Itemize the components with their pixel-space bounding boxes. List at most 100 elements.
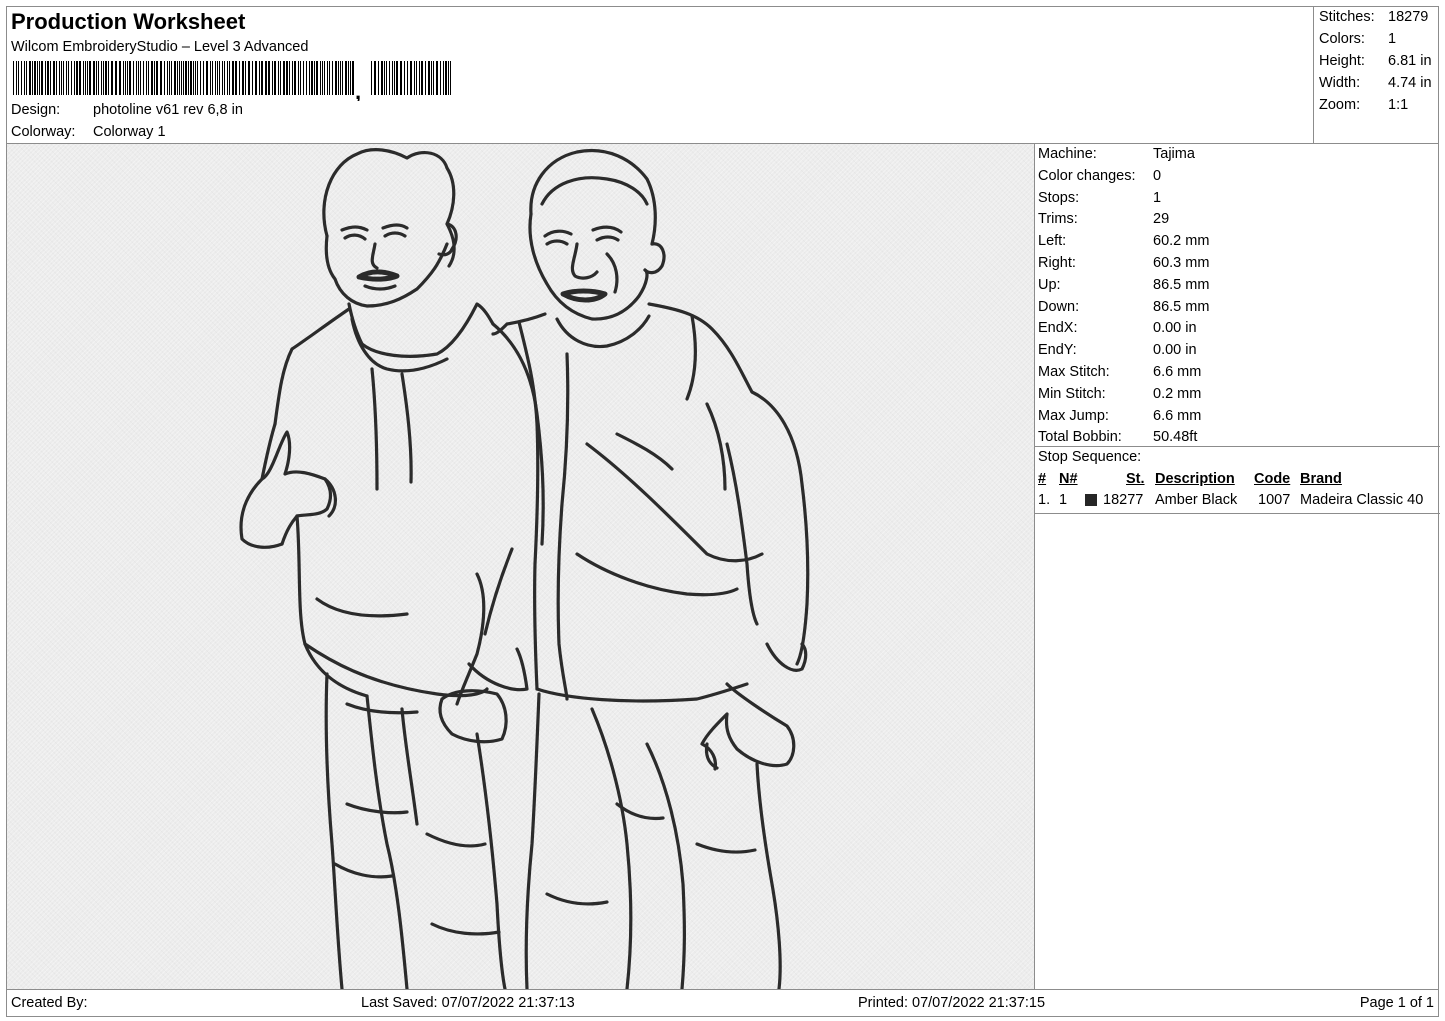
barcode-bar	[111, 61, 113, 95]
barcode-bar	[300, 61, 301, 95]
barcode-bar	[85, 61, 86, 95]
barcode-bar	[177, 61, 178, 95]
right-man-nose	[570, 242, 599, 280]
barcode-bar	[232, 61, 234, 95]
design-preview	[6, 143, 1035, 990]
barcode-bar	[125, 61, 126, 95]
seq-needle: 1	[1059, 492, 1068, 508]
barcode-image: ,	[13, 61, 451, 101]
barcode-bar	[248, 61, 250, 95]
barcode-bar	[436, 61, 438, 95]
colorway-row: Colorway: Colorway 1	[11, 124, 411, 144]
right-man-crease	[645, 742, 686, 989]
barcode-bar	[89, 61, 91, 95]
barcode-bar	[259, 61, 260, 95]
barcode-bar	[41, 61, 43, 95]
embroidery-design-drawing	[239, 148, 810, 989]
barcode-bar	[306, 61, 307, 95]
seq-brand: Madeira Classic 40	[1300, 492, 1424, 508]
barcode-bar	[93, 61, 95, 95]
detail-value: 50.48ft	[1153, 429, 1198, 446]
barcode-bar	[227, 61, 228, 95]
barcode-bar	[272, 61, 273, 95]
barcode-bar	[309, 61, 310, 95]
detail-label: EndX:	[1038, 320, 1078, 337]
barcode-bar	[386, 61, 387, 95]
barcode-bar	[215, 61, 216, 95]
detail-label: Min Stitch:	[1038, 385, 1106, 402]
right-man-hair	[540, 176, 649, 206]
barcode-bar	[154, 61, 155, 95]
barcode-bar	[410, 61, 412, 95]
detail-label: EndY:	[1038, 342, 1077, 359]
barcode-bar	[389, 61, 390, 95]
barcode-bar	[445, 61, 447, 95]
right-man-fold-2	[695, 842, 757, 854]
barcode-bar	[324, 61, 325, 95]
barcode-bar	[101, 61, 102, 95]
barcode-bar	[148, 61, 149, 95]
stitches-label: Stitches:	[1319, 9, 1375, 25]
barcode-bar	[292, 61, 293, 95]
width-label: Width:	[1319, 75, 1361, 91]
detail-value: 60.2 mm	[1153, 233, 1210, 250]
barcode-bar	[193, 61, 194, 95]
barcode-bar	[274, 61, 276, 95]
barcode-bar	[327, 61, 328, 95]
barcode-bar	[136, 61, 137, 95]
barcode-bar	[320, 61, 321, 95]
right-man-face	[528, 212, 649, 321]
detail-label: Max Stitch:	[1038, 364, 1110, 380]
barcode-bar	[414, 61, 415, 95]
detail-value: 6.6 mm	[1153, 364, 1202, 380]
barcode-bar	[303, 61, 304, 95]
barcode-bar	[34, 61, 36, 95]
detail-label: Max Jump:	[1038, 407, 1109, 424]
colors-label: Colors:	[1319, 31, 1365, 47]
right-man-eye-right	[595, 235, 620, 242]
detail-value: 6.6 mm	[1153, 407, 1202, 424]
barcode-bar	[108, 61, 109, 95]
barcode-bar	[450, 61, 451, 95]
detail-label: Up:	[1038, 276, 1061, 293]
barcode-bar	[255, 61, 257, 95]
barcode-bar	[16, 61, 17, 95]
stitches-row: Stitches: 18279	[1319, 9, 1439, 29]
thread-color-swatch	[1085, 494, 1097, 506]
width-row: Width: 4.74 in	[1319, 75, 1439, 95]
barcode-bar	[18, 61, 19, 95]
barcode-bar	[440, 61, 441, 95]
right-man-cheek	[605, 252, 619, 294]
barcode-bar	[37, 61, 38, 95]
barcode-bar	[338, 61, 339, 95]
barcode-bar	[219, 61, 220, 95]
left-man-fold-2	[333, 862, 394, 879]
right-man-leg-inner	[590, 707, 633, 989]
barcode-bar	[98, 61, 99, 95]
barcode-bar	[400, 61, 402, 95]
printed-date: Printed: 07/07/2022 21:37:15	[858, 995, 1046, 1011]
barcode-bar	[352, 61, 354, 95]
center-wrist-left	[455, 572, 486, 706]
barcode-bar	[217, 61, 218, 95]
barcode-bar	[56, 61, 57, 95]
barcode-bar	[314, 61, 315, 95]
barcode-bar	[13, 61, 14, 95]
barcode-bar	[371, 61, 372, 95]
barcode-bar	[419, 61, 420, 95]
barcode-bar	[68, 61, 69, 95]
col-code-header: Code	[1254, 471, 1291, 487]
barcode-bar	[74, 61, 75, 95]
detail-value: 86.5 mm	[1153, 298, 1210, 315]
barcode-bar	[167, 61, 168, 95]
barcode-bar	[252, 61, 253, 95]
barcode-bar	[115, 61, 117, 95]
barcode-bar	[63, 61, 64, 95]
design-row: Design: photoline v61 rev 6,8 in	[11, 102, 411, 122]
width-value: 4.74 in	[1388, 75, 1432, 91]
seq-description: Amber Black	[1155, 492, 1238, 508]
barcode-bar	[286, 61, 288, 95]
colors-row: Colors: 1	[1319, 31, 1439, 51]
barcode-bar	[87, 61, 88, 95]
detail-label: Trims:	[1038, 211, 1078, 228]
